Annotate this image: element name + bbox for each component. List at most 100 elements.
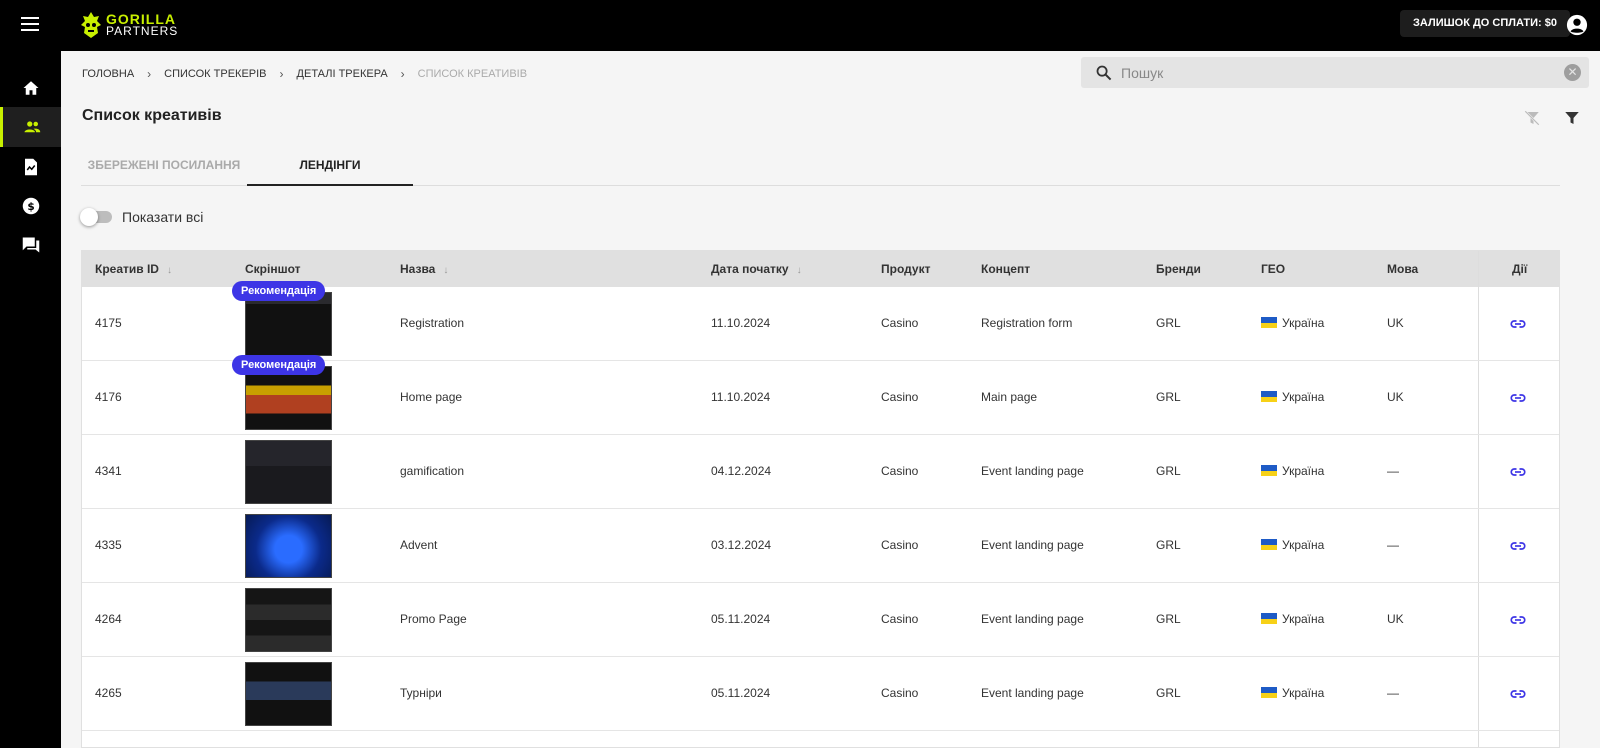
ukraine-flag-icon <box>1261 317 1277 328</box>
screenshot-thumbnail[interactable] <box>245 588 332 652</box>
start-date: 11.10.2024 <box>711 390 771 404</box>
geo-label: Україна <box>1282 612 1325 626</box>
concept: Registration form <box>981 316 1073 330</box>
logo-line2: PARTNERS <box>106 24 179 38</box>
geo-label: Україна <box>1282 686 1325 700</box>
creative-name: Registration <box>400 316 465 330</box>
creative-id: 4265 <box>95 686 122 700</box>
brand: GRL <box>1156 316 1181 330</box>
sidebar-item-support[interactable] <box>0 225 61 265</box>
table-row: 4341 gamification 04.12.2024 Casino Event la… <box>82 435 1559 509</box>
show-all-toggle[interactable]: Показати всі <box>80 208 203 226</box>
brand: GRL <box>1156 464 1181 478</box>
ukraine-flag-icon <box>1261 391 1277 402</box>
col-product: Продукт <box>881 262 931 276</box>
screenshot-thumbnail[interactable] <box>245 514 332 578</box>
dollar-icon: $ <box>22 197 39 215</box>
geo: Україна <box>1261 657 1324 731</box>
sidebar-item-payments[interactable]: $ <box>0 186 61 226</box>
link-icon[interactable] <box>1509 537 1527 555</box>
hamburger-menu-icon[interactable] <box>18 13 42 37</box>
breadcrumb-trackers[interactable]: СПИСОК ТРЕКЕРІВ <box>164 68 266 80</box>
sidebar: $ <box>0 51 61 748</box>
ukraine-flag-icon <box>1261 539 1277 550</box>
product: Casino <box>881 612 919 626</box>
table-row: 4335 Advent 03.12.2024 Casino Event landing … <box>82 509 1559 583</box>
ukraine-flag-icon <box>1261 687 1277 698</box>
link-icon[interactable] <box>1509 685 1527 703</box>
sort-arrow-icon: ↓ <box>796 265 802 276</box>
chevron-right-icon: › <box>400 67 405 81</box>
brand: GRL <box>1156 612 1181 626</box>
screenshot-thumbnail[interactable] <box>245 440 332 504</box>
screenshot-thumbnail[interactable] <box>245 366 332 430</box>
creative-name: Home page <box>400 390 463 404</box>
link-icon[interactable] <box>1509 611 1527 629</box>
start-date: 04.12.2024 <box>711 464 772 478</box>
top-bar: GORILLA PARTNERS ЗАЛИШОК ДО СПЛАТИ: $0 <box>0 0 1600 51</box>
gorilla-logo-icon <box>81 12 101 38</box>
col-start-date[interactable]: Дата початку ↓ <box>711 251 802 287</box>
filter-icon[interactable] <box>1563 109 1581 127</box>
balance-button[interactable]: ЗАЛИШОК ДО СПЛАТИ: $0 <box>1400 10 1570 37</box>
recommendation-badge: Рекомендація <box>232 355 326 375</box>
link-icon[interactable] <box>1509 315 1527 333</box>
clear-filter-icon[interactable] <box>1523 109 1541 127</box>
geo-label: Україна <box>1282 316 1325 330</box>
clear-search-icon[interactable]: ✕ <box>1564 64 1581 81</box>
screenshot-thumbnail[interactable] <box>245 292 332 356</box>
creative-name: Promo Page <box>400 612 467 626</box>
start-date: 03.12.2024 <box>711 538 772 552</box>
sidebar-item-home[interactable] <box>0 68 61 108</box>
breadcrumb: ГОЛОВНА › СПИСОК ТРЕКЕРІВ › ДЕТАЛІ ТРЕКЕ… <box>82 67 527 81</box>
geo-label: Україна <box>1282 390 1325 404</box>
creative-name: gamification <box>400 464 465 478</box>
concept: Event landing page <box>981 464 1084 478</box>
concept: Event landing page <box>981 538 1084 552</box>
table-row: 4175 Рекомендація Registration 11.10.2024 Ca… <box>82 281 1559 361</box>
sort-arrow-icon: ↓ <box>443 265 449 276</box>
chat-icon <box>22 237 39 253</box>
brand: GRL <box>1156 390 1181 404</box>
geo-label: Україна <box>1282 538 1325 552</box>
concept: Event landing page <box>981 686 1084 700</box>
search-input[interactable] <box>1121 57 1551 88</box>
breadcrumb-tracker-details[interactable]: ДЕТАЛІ ТРЕКЕРА <box>297 68 388 80</box>
link-icon[interactable] <box>1509 389 1527 407</box>
language: — <box>1387 686 1399 700</box>
tab-saved-links[interactable]: ЗБЕРЕЖЕНІ ПОСИЛАННЯ <box>81 146 247 186</box>
creatives-table: Креатив ID ↓ Скріншот Назва ↓ Дата початку… <box>81 250 1560 748</box>
tabs: ЗБЕРЕЖЕНІ ПОСИЛАННЯ ЛЕНДІНГИ <box>81 146 1560 186</box>
account-icon[interactable] <box>1566 14 1588 36</box>
sort-arrow-icon: ↓ <box>166 265 172 276</box>
start-date: 05.11.2024 <box>711 612 771 626</box>
breadcrumb-home[interactable]: ГОЛОВНА <box>82 68 134 80</box>
main-content: ГОЛОВНА › СПИСОК ТРЕКЕРІВ › ДЕТАЛІ ТРЕКЕ… <box>61 51 1600 748</box>
home-icon <box>23 81 38 95</box>
screenshot-thumbnail[interactable] <box>245 662 332 726</box>
breadcrumb-current: СПИСОК КРЕАТИВІВ <box>417 68 528 80</box>
creative-id: 4175 <box>95 316 122 330</box>
geo: Україна <box>1261 509 1324 583</box>
toggle-switch[interactable] <box>80 208 112 226</box>
tab-landings[interactable]: ЛЕНДІНГИ <box>247 146 413 186</box>
product: Casino <box>881 538 919 552</box>
sidebar-item-partners[interactable] <box>0 107 61 147</box>
sidebar-item-reports[interactable] <box>0 147 61 187</box>
report-icon <box>24 158 37 176</box>
creative-id: 4341 <box>95 464 122 478</box>
geo: Україна <box>1261 287 1324 361</box>
geo: Україна <box>1261 435 1324 509</box>
product: Casino <box>881 686 919 700</box>
language: — <box>1387 538 1399 552</box>
link-icon[interactable] <box>1509 463 1527 481</box>
logo[interactable]: GORILLA PARTNERS <box>80 9 178 41</box>
creative-id: 4335 <box>95 538 122 552</box>
ukraine-flag-icon <box>1261 465 1277 476</box>
start-date: 11.10.2024 <box>711 316 771 330</box>
product: Casino <box>881 390 919 404</box>
col-creative-id[interactable]: Креатив ID ↓ <box>95 251 172 287</box>
language: — <box>1387 464 1399 478</box>
col-name[interactable]: Назва ↓ <box>400 251 448 287</box>
col-concept: Концепт <box>981 262 1031 276</box>
